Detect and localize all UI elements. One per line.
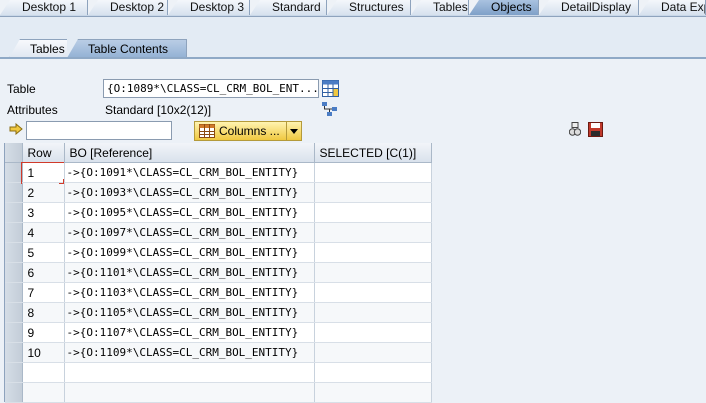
selected-cell[interactable]: [314, 182, 432, 203]
column-header-selected[interactable]: SELECTED [C(1)]: [314, 143, 432, 163]
tab-detail-display[interactable]: DetailDisplay: [539, 0, 639, 15]
empty-cell: [22, 382, 65, 403]
bo-reference-cell[interactable]: ->{O:1097*\CLASS=CL_CRM_BOL_ENTITY}: [64, 222, 315, 243]
selected-cell[interactable]: [314, 262, 432, 283]
grid-header-row: Row BO [Reference] SELECTED [C(1)]: [5, 143, 432, 163]
tab-standard[interactable]: Standard: [250, 0, 327, 15]
table-row[interactable]: 10 ->{O:1109*\CLASS=CL_CRM_BOL_ENTITY}: [5, 342, 432, 363]
column-header-bo-reference[interactable]: BO [Reference]: [64, 143, 315, 163]
table-row[interactable]: 2 ->{O:1093*\CLASS=CL_CRM_BOL_ENTITY}: [5, 182, 432, 203]
tab-objects[interactable]: Objects: [469, 0, 539, 15]
bo-reference-cell[interactable]: ->{O:1093*\CLASS=CL_CRM_BOL_ENTITY}: [64, 182, 315, 203]
empty-cell: [314, 382, 432, 403]
tab-data-explorer[interactable]: Data Explo: [639, 0, 706, 15]
selected-cell[interactable]: [314, 342, 432, 363]
empty-row: [5, 362, 432, 383]
table-field[interactable]: {O:1089*\CLASS=CL_CRM_BOL_ENT...: [103, 79, 319, 98]
row-number-cell[interactable]: 5: [22, 242, 65, 263]
row-selector[interactable]: [5, 202, 23, 223]
columns-button-label: Columns ...: [219, 124, 280, 138]
command-input[interactable]: [26, 121, 172, 140]
row-number-cell[interactable]: 2: [22, 182, 65, 203]
bo-reference-cell[interactable]: ->{O:1103*\CLASS=CL_CRM_BOL_ENTITY}: [64, 282, 315, 303]
selected-cell[interactable]: [314, 322, 432, 343]
selected-cell[interactable]: [314, 282, 432, 303]
selected-cell[interactable]: [314, 302, 432, 323]
tab-desktop-1[interactable]: Desktop 1: [0, 0, 88, 15]
row-number-cell[interactable]: 9: [22, 322, 65, 343]
arrow-right-icon: [9, 122, 23, 138]
table-columns-icon: [199, 124, 215, 143]
row-number-cell[interactable]: 7: [22, 282, 65, 303]
row-number-cell[interactable]: 1: [22, 162, 65, 183]
selected-cell[interactable]: [314, 202, 432, 223]
row-number-cell[interactable]: 6: [22, 262, 65, 283]
empty-row: [5, 382, 432, 403]
row-selector[interactable]: [5, 242, 23, 263]
chevron-down-icon[interactable]: [286, 122, 301, 140]
row-selector: [5, 382, 23, 403]
column-header-row[interactable]: Row: [22, 143, 65, 163]
table-row[interactable]: 3 ->{O:1095*\CLASS=CL_CRM_BOL_ENTITY}: [5, 202, 432, 223]
table-row[interactable]: 8 ->{O:1105*\CLASS=CL_CRM_BOL_ENTITY}: [5, 302, 432, 323]
row-selector[interactable]: [5, 282, 23, 303]
attributes-label: Attributes: [7, 103, 58, 117]
bo-reference-cell[interactable]: ->{O:1101*\CLASS=CL_CRM_BOL_ENTITY}: [64, 262, 315, 283]
attributes-value: Standard [10x2(12)]: [105, 103, 212, 117]
row-number-cell[interactable]: 3: [22, 202, 65, 223]
tab-desktop-2[interactable]: Desktop 2: [88, 0, 168, 15]
tab-tables-sub[interactable]: Tables: [9, 39, 69, 58]
row-selector[interactable]: [5, 342, 23, 363]
row-selector[interactable]: [5, 162, 23, 183]
row-selector[interactable]: [5, 322, 23, 343]
table-row[interactable]: 7 ->{O:1103*\CLASS=CL_CRM_BOL_ENTITY}: [5, 282, 432, 303]
empty-cell: [64, 382, 315, 403]
bo-reference-cell[interactable]: ->{O:1091*\CLASS=CL_CRM_BOL_ENTITY}: [64, 162, 315, 183]
bo-reference-cell[interactable]: ->{O:1105*\CLASS=CL_CRM_BOL_ENTITY}: [64, 302, 315, 323]
tab-tables[interactable]: Tables: [411, 0, 469, 15]
row-selector: [5, 362, 23, 383]
row-number-cell[interactable]: 8: [22, 302, 65, 323]
tab-table-contents[interactable]: Table Contents: [67, 39, 187, 58]
empty-cell: [22, 362, 65, 383]
table-contents-grid: Row BO [Reference] SELECTED [C(1)] 1 ->{…: [4, 143, 432, 403]
table-grid-icon[interactable]: [322, 80, 339, 100]
binoculars-icon[interactable]: [568, 122, 582, 140]
table-label: Table: [7, 82, 36, 96]
row-selector[interactable]: [5, 262, 23, 283]
columns-button[interactable]: Columns ...: [194, 121, 302, 141]
selected-cell[interactable]: [314, 222, 432, 243]
select-all-cell[interactable]: [5, 143, 23, 163]
top-tab-strip: Desktop 1 Desktop 2 Desktop 3 Standard S…: [0, 0, 706, 17]
table-row[interactable]: 9 ->{O:1107*\CLASS=CL_CRM_BOL_ENTITY}: [5, 322, 432, 343]
empty-cell: [64, 362, 315, 383]
empty-cell: [314, 362, 432, 383]
row-selector[interactable]: [5, 222, 23, 243]
row-selector[interactable]: [5, 182, 23, 203]
bo-reference-cell[interactable]: ->{O:1107*\CLASS=CL_CRM_BOL_ENTITY}: [64, 322, 315, 343]
bo-reference-cell[interactable]: ->{O:1109*\CLASS=CL_CRM_BOL_ENTITY}: [64, 342, 315, 363]
bo-reference-cell[interactable]: ->{O:1095*\CLASS=CL_CRM_BOL_ENTITY}: [64, 202, 315, 223]
table-row[interactable]: 6 ->{O:1101*\CLASS=CL_CRM_BOL_ENTITY}: [5, 262, 432, 283]
selected-cell[interactable]: [314, 242, 432, 263]
table-row[interactable]: 5 ->{O:1099*\CLASS=CL_CRM_BOL_ENTITY}: [5, 242, 432, 263]
floppy-disk-icon[interactable]: [588, 122, 603, 140]
tab-structures[interactable]: Structures: [327, 0, 411, 15]
table-row[interactable]: 1 ->{O:1091*\CLASS=CL_CRM_BOL_ENTITY}: [5, 162, 432, 183]
row-selector[interactable]: [5, 302, 23, 323]
row-number-cell[interactable]: 10: [22, 342, 65, 363]
table-row[interactable]: 4 ->{O:1097*\CLASS=CL_CRM_BOL_ENTITY}: [5, 222, 432, 243]
row-number-cell[interactable]: 4: [22, 222, 65, 243]
bo-reference-cell[interactable]: ->{O:1099*\CLASS=CL_CRM_BOL_ENTITY}: [64, 242, 315, 263]
tab-desktop-3[interactable]: Desktop 3: [168, 0, 250, 15]
structure-tree-icon[interactable]: [321, 101, 339, 120]
sub-tab-divider: [0, 57, 706, 59]
selected-cell[interactable]: [314, 162, 432, 183]
